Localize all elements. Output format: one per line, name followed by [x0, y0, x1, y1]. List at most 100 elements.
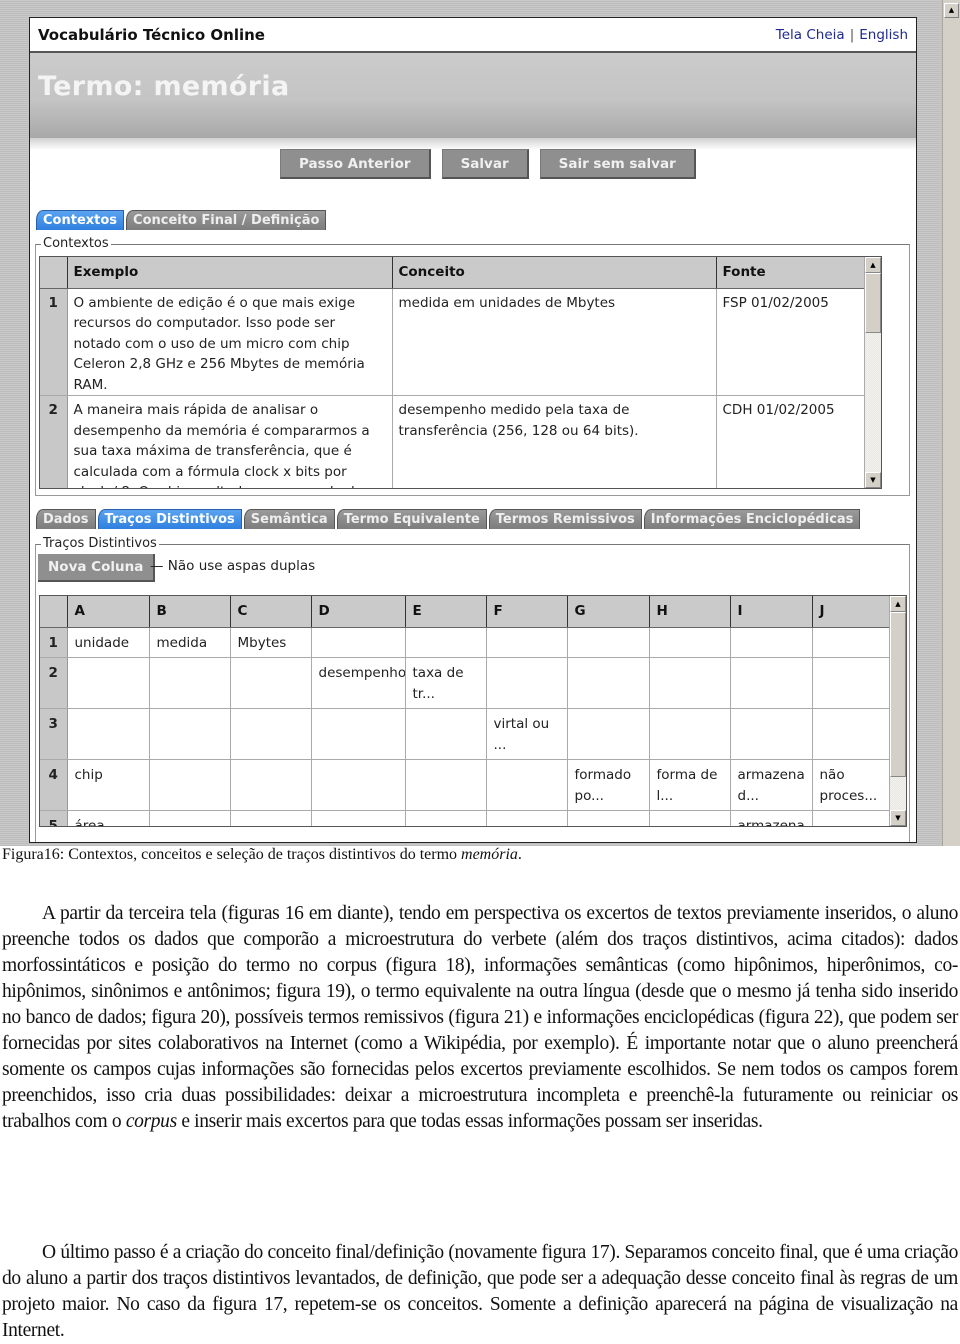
trait-cell[interactable]	[486, 657, 568, 709]
tab-termo-equivalente[interactable]: Termo Equivalente	[336, 509, 487, 529]
trait-cell[interactable]	[405, 708, 487, 760]
table-row[interactable]: 1 unidade medida Mbytes	[40, 627, 893, 658]
trait-cell[interactable]	[230, 810, 312, 826]
trait-cell[interactable]	[311, 627, 406, 658]
tab-conceito-final[interactable]: Conceito Final / Definição	[126, 210, 327, 230]
trait-cell[interactable]: chip	[67, 759, 150, 811]
table-row[interactable]: 2 desempenho taxa de tr...	[40, 657, 893, 709]
scroll-up-icon[interactable]: ▲	[865, 257, 881, 273]
trait-cell[interactable]	[730, 657, 813, 709]
trait-cell[interactable]	[149, 657, 231, 709]
scroll-up-icon[interactable]: ▲	[944, 3, 959, 18]
trait-cell[interactable]	[486, 810, 568, 826]
trait-cell[interactable]	[812, 627, 893, 658]
trait-cell[interactable]	[486, 627, 568, 658]
trait-cell[interactable]	[567, 657, 650, 709]
english-link[interactable]: English	[859, 27, 908, 43]
trait-cell[interactable]	[730, 708, 813, 760]
trait-cell[interactable]	[230, 708, 312, 760]
conceito-cell[interactable]: medida em unidades de Mbytes	[392, 288, 717, 396]
trait-cell[interactable]	[567, 627, 650, 658]
column-header[interactable]: I	[730, 596, 813, 628]
trait-cell[interactable]	[149, 708, 231, 760]
tab-dados[interactable]: Dados	[36, 509, 96, 529]
trait-cell[interactable]	[649, 657, 731, 709]
new-column-button[interactable]: Nova Coluna	[38, 554, 156, 582]
tab-tracos-distintivos[interactable]: Traços Distintivos	[97, 509, 242, 529]
trait-cell[interactable]	[230, 657, 312, 709]
trait-cell[interactable]	[812, 810, 893, 826]
exit-without-saving-button[interactable]: Sair sem salvar	[539, 149, 696, 179]
fonte-cell[interactable]: CDH 01/02/2005	[716, 395, 867, 488]
window-scrollbar[interactable]: ▲	[942, 0, 960, 846]
table-row[interactable]: 2 A maneira mais rápida de analisar o de…	[40, 395, 867, 488]
tracos-scrollbar[interactable]: ▲ ▼	[889, 596, 906, 826]
trait-cell[interactable]	[67, 657, 150, 709]
tab-contextos[interactable]: Contextos	[36, 210, 125, 230]
trait-cell[interactable]	[649, 627, 731, 658]
exemplo-cell[interactable]: O ambiente de edição é o que mais exige …	[67, 288, 393, 396]
trait-cell[interactable]	[567, 708, 650, 760]
trait-cell[interactable]	[812, 708, 893, 760]
table-row[interactable]: 5 área armazena	[40, 810, 893, 826]
trait-cell[interactable]: forma de l...	[649, 759, 731, 811]
header-fonte[interactable]: Fonte	[716, 257, 866, 289]
trait-cell[interactable]	[649, 708, 731, 760]
header-conceito[interactable]: Conceito	[392, 257, 717, 289]
trait-cell[interactable]: não proces...	[812, 759, 893, 811]
exemplo-cell[interactable]: A maneira mais rápida de analisar o dese…	[67, 395, 393, 488]
trait-cell[interactable]	[311, 810, 406, 826]
trait-cell[interactable]: armazena d...	[730, 759, 813, 811]
trait-cell[interactable]	[311, 759, 406, 811]
trait-cell[interactable]	[649, 810, 731, 826]
tab-termos-remissivos[interactable]: Termos Remissivos	[488, 509, 642, 529]
scroll-thumb[interactable]	[890, 612, 906, 777]
save-button[interactable]: Salvar	[441, 149, 529, 179]
contexts-scrollbar[interactable]: ▲ ▼	[864, 257, 881, 488]
trait-cell[interactable]: formado po...	[567, 759, 650, 811]
trait-cell[interactable]	[405, 810, 487, 826]
trait-cell[interactable]: virtal ou ...	[486, 708, 568, 760]
column-header[interactable]: J	[812, 596, 893, 628]
column-header[interactable]: F	[486, 596, 568, 628]
column-header[interactable]: B	[149, 596, 231, 628]
fonte-cell[interactable]: FSP 01/02/2005	[716, 288, 867, 396]
trait-cell[interactable]	[812, 657, 893, 709]
fullscreen-link[interactable]: Tela Cheia	[776, 27, 845, 43]
table-row[interactable]: 1 O ambiente de edição é o que mais exig…	[40, 288, 867, 396]
scroll-down-icon[interactable]: ▼	[865, 472, 881, 488]
trait-cell[interactable]: armazena	[730, 810, 813, 826]
trait-cell[interactable]	[149, 810, 231, 826]
trait-cell[interactable]: Mbytes	[230, 627, 312, 658]
column-header[interactable]: G	[567, 596, 650, 628]
conceito-cell[interactable]: desempenho medido pela taxa de transferê…	[392, 395, 717, 488]
trait-cell[interactable]: área	[67, 810, 150, 826]
scroll-thumb[interactable]	[865, 273, 881, 333]
tab-semantica[interactable]: Semântica	[243, 509, 335, 529]
trait-cell[interactable]	[486, 759, 568, 811]
scroll-up-icon[interactable]: ▲	[890, 596, 906, 612]
trait-cell[interactable]	[311, 708, 406, 760]
scroll-down-icon[interactable]: ▼	[890, 810, 906, 826]
trait-cell[interactable]: desempenho	[311, 657, 406, 709]
table-row[interactable]: 4 chip formado po... forma de l... armazena …	[40, 759, 893, 811]
previous-step-button[interactable]: Passo Anterior	[280, 149, 431, 179]
trait-cell[interactable]	[567, 810, 650, 826]
tab-informacoes-enciclopedicas[interactable]: Informações Enciclopédicas	[643, 509, 861, 529]
trait-cell[interactable]: medida	[149, 627, 231, 658]
trait-cell[interactable]	[149, 759, 231, 811]
column-header[interactable]: E	[405, 596, 487, 628]
column-header[interactable]: H	[649, 596, 731, 628]
trait-cell[interactable]	[405, 759, 487, 811]
trait-cell[interactable]	[230, 759, 312, 811]
trait-cell[interactable]	[67, 708, 150, 760]
trait-cell[interactable]	[730, 627, 813, 658]
trait-cell[interactable]: taxa de tr...	[405, 657, 487, 709]
column-header[interactable]: A	[67, 596, 150, 628]
trait-cell[interactable]: unidade	[67, 627, 150, 658]
header-exemplo[interactable]: Exemplo	[67, 257, 393, 289]
trait-cell[interactable]	[405, 627, 487, 658]
column-header[interactable]: C	[230, 596, 312, 628]
column-header[interactable]: D	[311, 596, 406, 628]
table-row[interactable]: 3 virtal ou ...	[40, 708, 893, 760]
